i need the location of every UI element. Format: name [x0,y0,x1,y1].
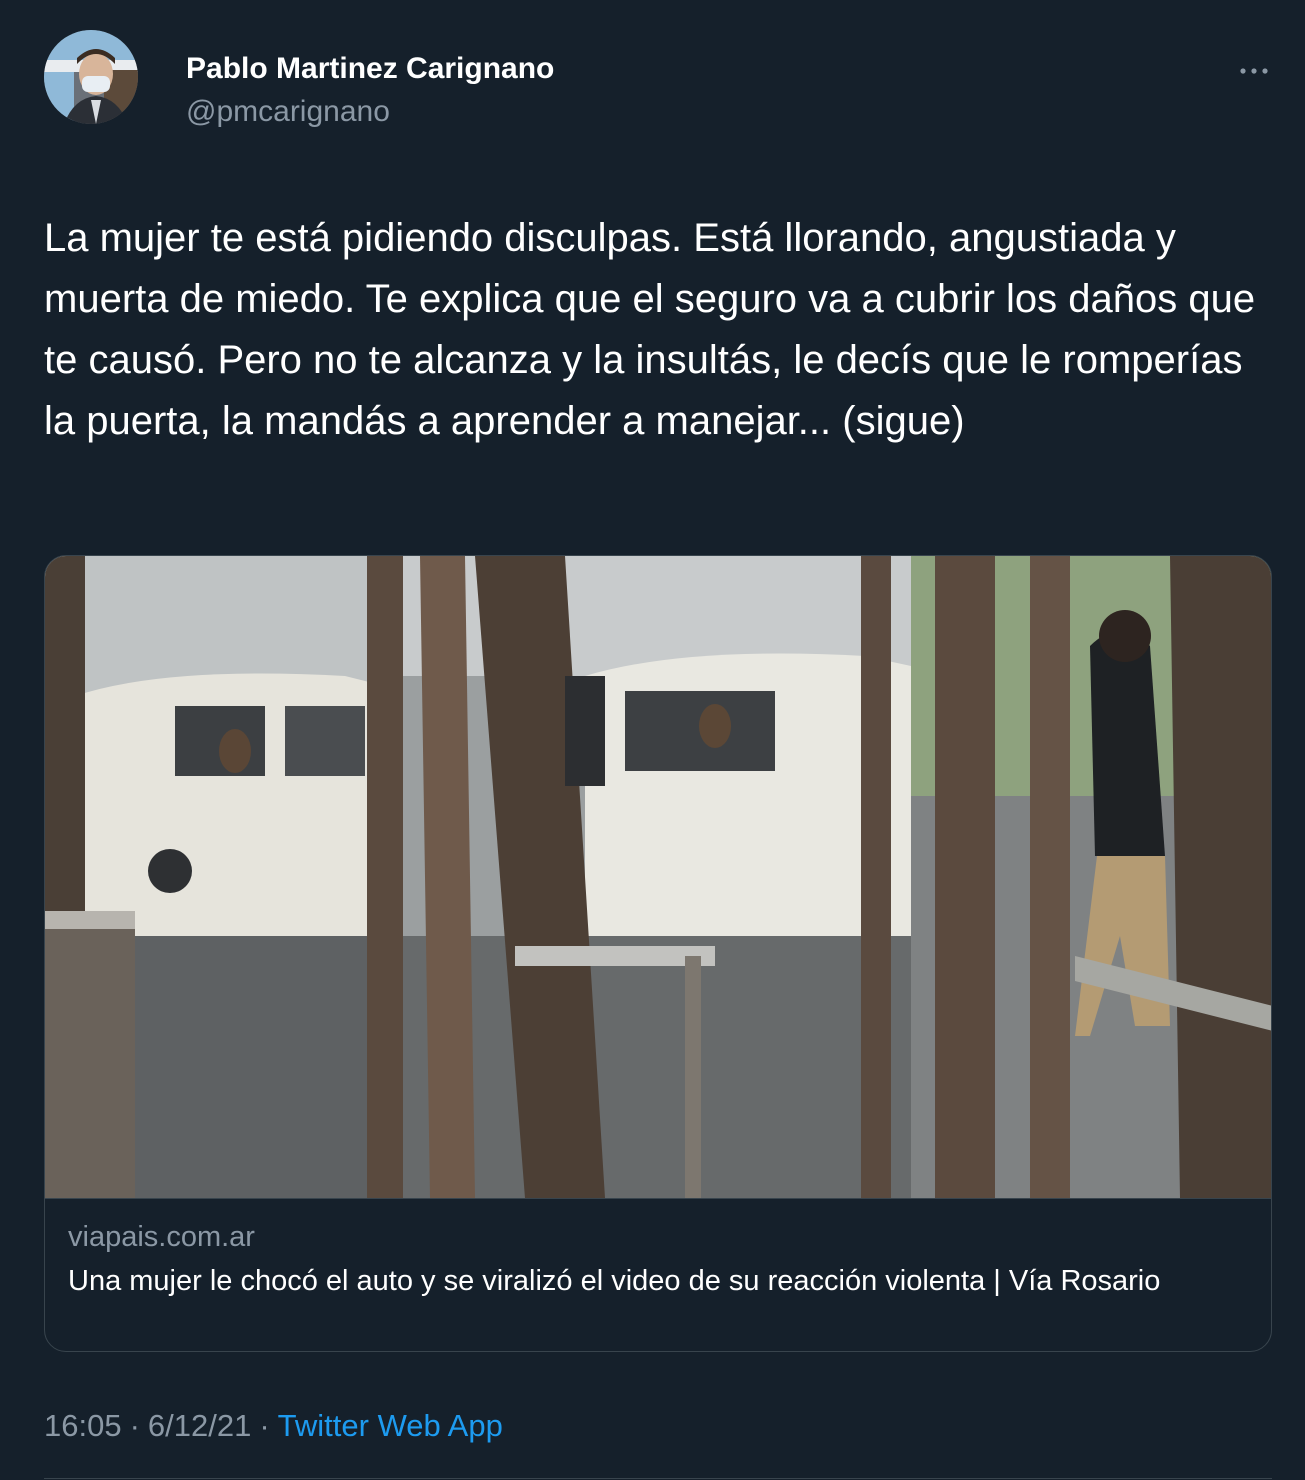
tweet-source-link[interactable]: Twitter Web App [278,1408,503,1444]
author-name[interactable]: Pablo Martinez Carignano [186,52,554,86]
author-avatar[interactable] [44,30,138,124]
avatar-photo [44,30,138,124]
tweet-date[interactable]: 6/12/21 [148,1408,251,1444]
divider [44,1478,1272,1479]
tweet-footer: 16:05 · 6/12/21 · Twitter Web App [44,1408,503,1444]
card-title: Una mujer le chocó el auto y se viralizó… [68,1265,1161,1297]
link-preview-card[interactable]: viapais.com.ar Una mujer le chocó el aut… [44,555,1272,1352]
footer-separator: · [129,1408,140,1443]
author-handle[interactable]: @pmcarignano [186,95,390,129]
tweet-time[interactable]: 16:05 [44,1408,122,1444]
card-domain: viapais.com.ar [68,1221,255,1253]
footer-separator: · [259,1408,270,1443]
link-preview-meta: viapais.com.ar Una mujer le chocó el aut… [45,1198,1271,1351]
more-options-button[interactable] [1234,58,1274,84]
link-preview-image [45,556,1271,1198]
tweet-text: La mujer te está pidiendo disculpas. Est… [44,216,1256,443]
ellipsis-icon [1240,68,1268,74]
